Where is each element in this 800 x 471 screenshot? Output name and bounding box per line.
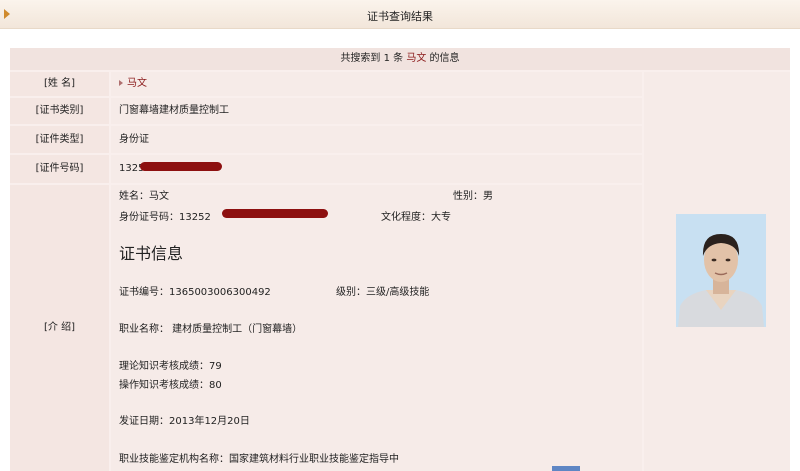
intro-name: 姓名：马文 bbox=[119, 191, 169, 202]
portrait-image bbox=[676, 214, 766, 327]
portrait-photo bbox=[676, 214, 766, 327]
assessment-org: 职业技能鉴定机构名称：国家建筑材料行业职业技能鉴定指导中 bbox=[119, 454, 399, 465]
summary-name: 马文 bbox=[406, 53, 427, 64]
name-value-cell: 马文 bbox=[111, 72, 642, 96]
title-bar: 证书查询结果 bbox=[0, 0, 800, 29]
cert-type-label: [证书类别] bbox=[10, 98, 109, 124]
id-type-label: [证件类型] bbox=[10, 126, 109, 153]
id-number-redaction bbox=[140, 162, 222, 171]
intro-label: [介 绍] bbox=[10, 185, 109, 471]
intro-gender: 性别：男 bbox=[453, 191, 493, 202]
id-type-cell: 身份证 bbox=[111, 126, 642, 153]
cert-type-value: 门窗幕墙建材质量控制工 bbox=[119, 105, 229, 116]
cert-number: 证书编号：1365003006300492 bbox=[119, 287, 271, 298]
name-label: [姓 名] bbox=[10, 72, 109, 96]
intro-id-number: 身份证号码：13252 bbox=[119, 212, 211, 223]
id-number-label: [证件号码] bbox=[10, 155, 109, 183]
cert-info-heading: 证书信息 bbox=[119, 244, 184, 263]
name-value[interactable]: 马文 bbox=[127, 78, 147, 89]
small-triangle-icon bbox=[119, 80, 123, 86]
theory-score: 理论知识考核成绩：79 bbox=[119, 361, 222, 372]
cert-level: 级别：三级/高级技能 bbox=[336, 287, 430, 298]
cert-type-cell: 门窗幕墙建材质量控制工 bbox=[111, 98, 642, 124]
page-title: 证书查询结果 bbox=[367, 10, 433, 23]
summary-suffix: 的信息 bbox=[429, 53, 460, 64]
id-type-value: 身份证 bbox=[119, 134, 149, 145]
bottom-button[interactable] bbox=[552, 466, 580, 471]
summary-prefix: 共搜索到 1 条 bbox=[340, 53, 404, 64]
practice-score: 操作知识考核成绩：80 bbox=[119, 380, 222, 391]
issue-date: 发证日期：2013年12月20日 bbox=[119, 416, 250, 427]
intro-id-redaction bbox=[222, 209, 328, 218]
search-summary: 共搜索到 1 条 马文 的信息 bbox=[10, 48, 790, 70]
job-name: 职业名称： 建材质量控制工（门窗幕墙） bbox=[119, 324, 303, 335]
intro-education: 文化程度：大专 bbox=[381, 212, 451, 223]
